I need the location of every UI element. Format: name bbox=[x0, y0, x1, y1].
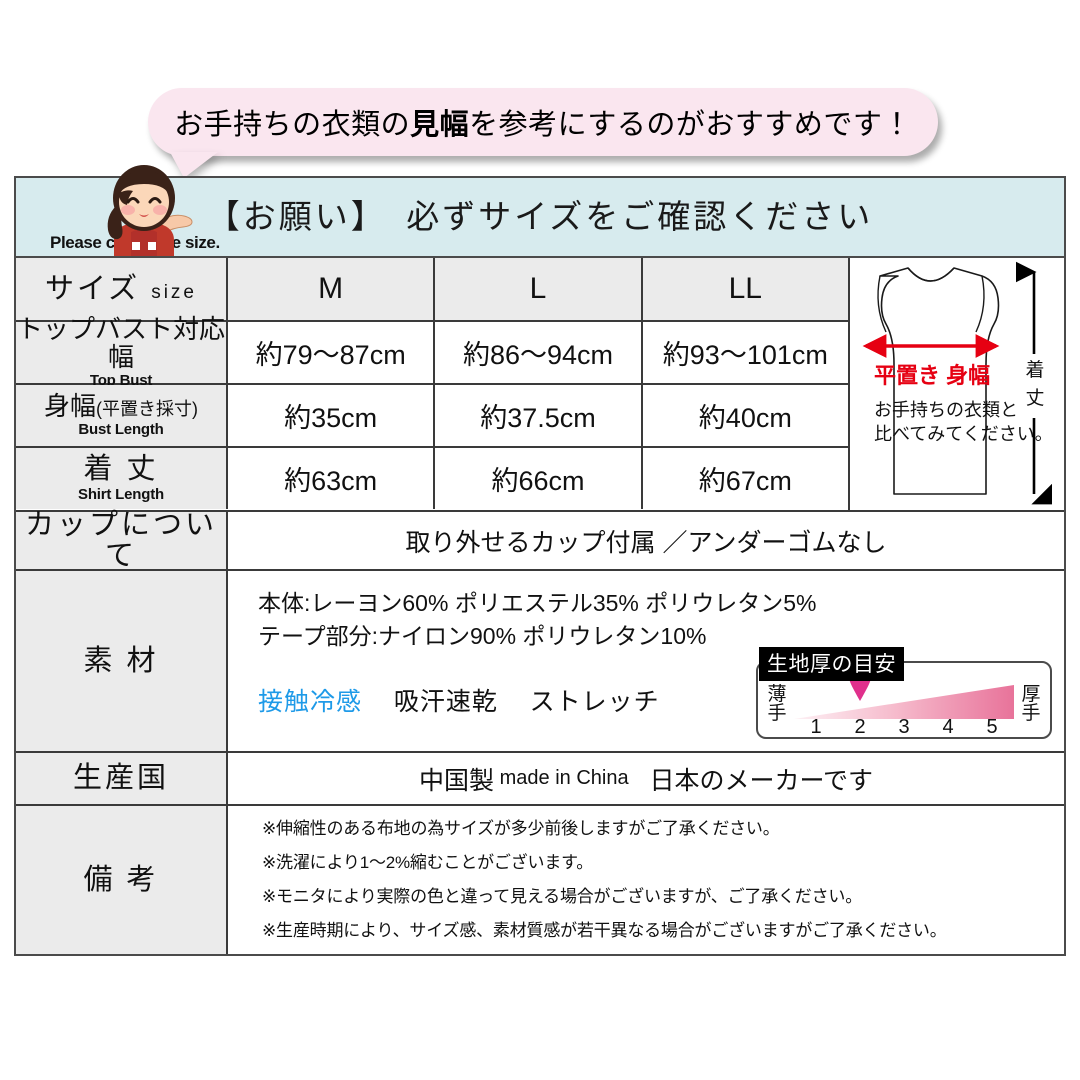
cup-label-cell: カップについて bbox=[16, 509, 228, 572]
gauge-scale-5: 5 bbox=[986, 715, 998, 738]
top-bust-value-m: 約79〜87cm bbox=[228, 322, 436, 383]
country-value-extra: 日本のメーカーです bbox=[649, 766, 873, 795]
advice-speech-bubble: お手持ちの衣類の見幅を参考にするのがおすすめです！ bbox=[148, 88, 938, 178]
shirt-length-label-jp: 着 丈 bbox=[83, 453, 159, 486]
measurement-block: サイズ size M L LL トップバスト対応幅 Top Bust 約79〜8… bbox=[16, 258, 1064, 510]
feature-stretch: ストレッチ bbox=[529, 687, 660, 716]
gauge-scale-3: 3 bbox=[898, 715, 910, 738]
shirt-length-value-m: 約63cm bbox=[228, 448, 436, 509]
table-row-bust-length: 身幅(平置き採寸) Bust Length 約35cm 約37.5cm 約40c… bbox=[16, 385, 848, 448]
size-column-l: L bbox=[435, 258, 643, 320]
material-content: 本体:レーヨン60% ポリエステル35% ポリウレタン5% テープ部分:ナイロン… bbox=[228, 571, 1064, 751]
gauge-scale-4: 4 bbox=[942, 715, 954, 738]
remark-note-3: ※モニタにより実際の色と違って見える場合がございますが、ご了承ください。 bbox=[262, 887, 863, 906]
material-label-cell: 素 材 bbox=[16, 571, 228, 751]
garment-diagram-cell: 平置き 身幅 お手持ちの衣類と 比べてみてください。 着 丈 bbox=[848, 258, 1064, 510]
table-row-material: 素 材 本体:レーヨン60% ポリエステル35% ポリウレタン5% テープ部分:… bbox=[16, 569, 1064, 751]
gauge-scale-numbers: 1 2 3 4 5 bbox=[794, 715, 1014, 739]
size-header-row: サイズ size M L LL bbox=[16, 258, 848, 322]
size-label-text: サイズ size bbox=[45, 274, 197, 304]
table-row-shirt-length: 着 丈 Shirt Length 約63cm 約66cm 約67cm bbox=[16, 448, 848, 509]
size-label-en: size bbox=[151, 281, 197, 303]
top-bust-value-l: 約86〜94cm bbox=[435, 322, 643, 383]
country-value: 中国製 made in China 日本のメーカーです bbox=[228, 753, 1064, 804]
instruction-line-2: 比べてみてください。 bbox=[874, 424, 1053, 444]
remarks-label-text: 備 考 bbox=[83, 863, 159, 896]
bust-length-label-en: Bust Length bbox=[78, 421, 164, 439]
country-value-jp: 中国製 bbox=[419, 766, 495, 795]
garment-diagram-svg: 平置き 身幅 お手持ちの衣類と 比べてみてください。 着 丈 bbox=[862, 261, 1053, 505]
shirt-length-label-en: Shirt Length bbox=[78, 485, 164, 503]
measurement-rows: サイズ size M L LL トップバスト対応幅 Top Bust 約79〜8… bbox=[16, 258, 848, 510]
material-label-text: 素 材 bbox=[83, 644, 159, 677]
table-row-country: 生産国 中国製 made in China 日本のメーカーです bbox=[16, 751, 1064, 804]
table-row-top-bust: トップバスト対応幅 Top Bust 約79〜87cm 約86〜94cm 約93… bbox=[16, 316, 848, 389]
table-row-cup: カップについて 取り外せるカップ付属 ／アンダーゴムなし bbox=[16, 509, 1064, 572]
speech-bubble-body: お手持ちの衣類の見幅を参考にするのがおすすめです！ bbox=[148, 88, 938, 156]
bubble-text-before: お手持ちの衣類の bbox=[174, 109, 411, 141]
size-column-m: M bbox=[228, 258, 436, 320]
size-column-ll: LL bbox=[642, 258, 848, 320]
bust-length-value-l: 約37.5cm bbox=[435, 385, 643, 446]
bust-length-label-main: 身幅 bbox=[43, 390, 96, 421]
remarks-label-cell: 備 考 bbox=[16, 806, 228, 954]
bust-length-value-ll: 約40cm bbox=[698, 403, 792, 433]
gauge-thick-label: 厚手 bbox=[1021, 684, 1041, 724]
top-bust-label-cell: トップバスト対応幅 Top Bust bbox=[16, 316, 228, 389]
feature-quickdry: 吸汗速乾 bbox=[393, 687, 498, 716]
size-label-cell: サイズ size bbox=[16, 258, 228, 320]
shirt-length-label-cell: 着 丈 Shirt Length bbox=[16, 448, 228, 509]
instruction-line-1: お手持ちの衣類と bbox=[874, 400, 1018, 420]
country-label-text: 生産国 bbox=[72, 762, 169, 795]
remarks-content: ※伸縮性のある布地の為サイズが多少前後しますがご了承ください。 ※洗濯により1〜… bbox=[228, 806, 1064, 954]
fabric-thickness-gauge: 生地厚の目安 薄手 厚手 1 2 3 4 5 bbox=[756, 647, 1052, 739]
bust-length-label-paren: (平置き採寸) bbox=[96, 398, 198, 419]
bust-length-value-m: 約35cm bbox=[228, 385, 436, 446]
length-label-char-2: 丈 bbox=[1025, 387, 1044, 409]
gauge-title: 生地厚の目安 bbox=[759, 647, 904, 681]
material-line-1: 本体:レーヨン60% ポリエステル35% ポリウレタン5% bbox=[258, 590, 817, 616]
bust-length-label-cell: 身幅(平置き採寸) Bust Length bbox=[16, 385, 228, 446]
bust-length-label-jp: 身幅(平置き採寸) bbox=[43, 390, 198, 421]
length-label-char-1: 着 bbox=[1025, 359, 1044, 381]
shirt-length-value-l: 約66cm bbox=[435, 448, 643, 509]
country-value-en: made in China bbox=[499, 767, 629, 789]
cup-value: 取り外せるカップ付属 ／アンダーゴムなし bbox=[405, 528, 887, 557]
size-chart-table: 【お願い】 必ずサイズをご確認ください Please check the siz… bbox=[14, 165, 1066, 956]
gauge-thin-label: 薄手 bbox=[767, 684, 787, 724]
top-bust-label-jp: トップバスト対応幅 bbox=[16, 314, 225, 372]
gauge-scale-2: 2 bbox=[854, 715, 866, 738]
chart-header-band: 【お願い】 必ずサイズをご確認ください Please check the siz… bbox=[16, 165, 1064, 258]
table-row-remarks: 備 考 ※伸縮性のある布地の為サイズが多少前後しますがご了承ください。 ※洗濯に… bbox=[16, 804, 1064, 954]
remark-note-4: ※生産時期により、サイズ感、素材質感が若干異なる場合がございますがご了承ください… bbox=[262, 921, 947, 940]
shirt-length-value-ll: 約67cm bbox=[698, 466, 792, 496]
top-bust-value-ll: 約93〜101cm bbox=[662, 340, 828, 370]
speech-bubble-text: お手持ちの衣類の見幅を参考にするのがおすすめです！ bbox=[174, 101, 912, 143]
bubble-text-bold: 見幅 bbox=[410, 109, 470, 141]
remark-note-2: ※洗濯により1〜2%縮むことがございます。 bbox=[262, 853, 594, 872]
cup-label-text: カップについて bbox=[24, 509, 217, 572]
width-label-text: 平置き 身幅 bbox=[874, 363, 990, 388]
feature-cooling: 接触冷感 bbox=[258, 687, 363, 716]
gauge-scale-1: 1 bbox=[810, 715, 822, 738]
remark-note-1: ※伸縮性のある布地の為サイズが多少前後しますがご了承ください。 bbox=[262, 819, 780, 838]
bubble-text-after: を参考にするのがおすすめです！ bbox=[469, 109, 912, 141]
country-label-cell: 生産国 bbox=[16, 753, 228, 804]
mascot-illustration bbox=[107, 165, 193, 256]
size-label-jp: サイズ bbox=[45, 272, 141, 305]
